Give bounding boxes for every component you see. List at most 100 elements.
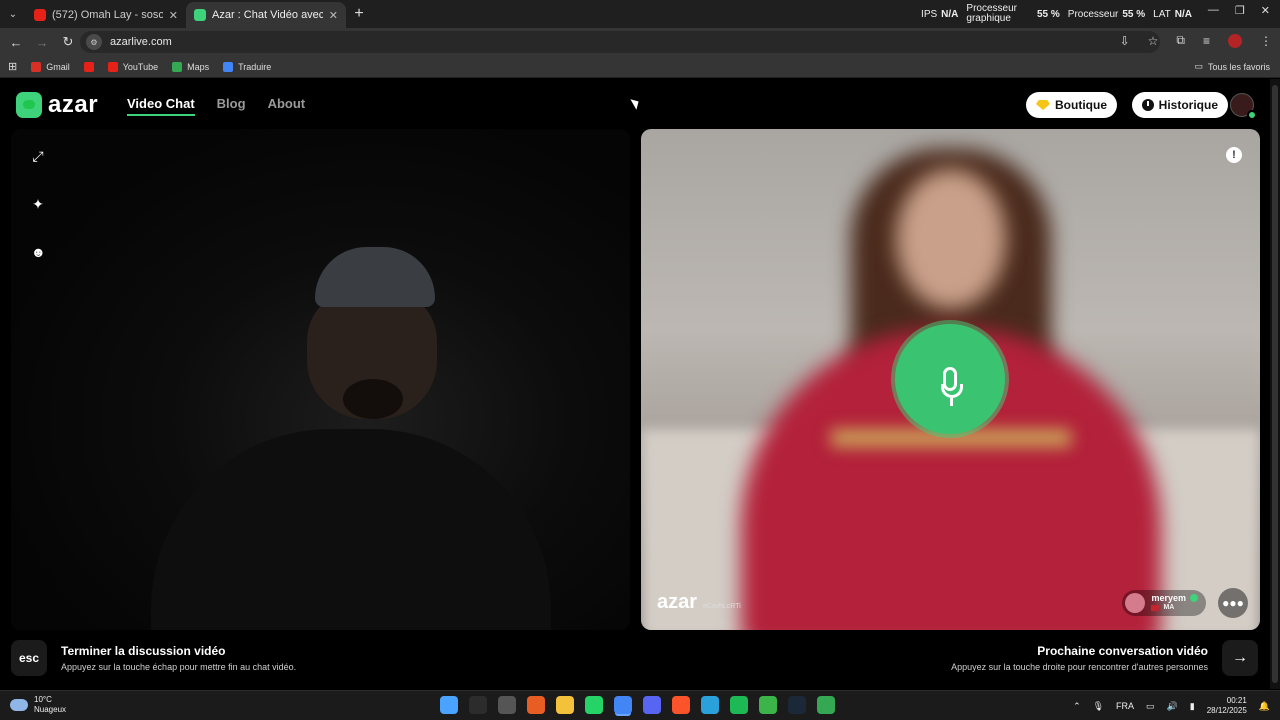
extensions-icon[interactable]: ⧉ [1176, 33, 1185, 48]
profile-avatar[interactable] [1228, 33, 1242, 48]
tab-azar[interactable]: Azar : Chat Vidéo avec de n ✕ [186, 2, 346, 28]
peer-info[interactable]: meryem MA [1122, 590, 1206, 616]
nav-video-chat[interactable]: Video Chat [127, 96, 195, 116]
forward-icon[interactable]: → [34, 34, 50, 50]
video-hoodie-shape [151, 429, 551, 630]
lat-label: LAT [1153, 8, 1171, 20]
cpu-value: 55 % [1122, 8, 1146, 20]
minimize-icon[interactable]: — [1208, 4, 1219, 17]
game-launcher-icon[interactable] [759, 696, 777, 714]
nav-about[interactable]: About [268, 96, 306, 116]
back-icon[interactable]: ← [8, 34, 24, 50]
close-window-icon[interactable]: ✕ [1261, 4, 1270, 17]
gpu-value: 55 % [1036, 8, 1060, 20]
bookmark-youtube[interactable]: YouTube [107, 61, 159, 72]
new-tab-button[interactable]: + [346, 5, 372, 23]
microphone-button[interactable] [895, 324, 1005, 434]
chevron-up-icon[interactable]: ⌃ [1073, 701, 1081, 712]
discord-icon[interactable] [643, 696, 661, 714]
weather-temp: 10°C [34, 695, 52, 704]
microphone-stem [950, 398, 953, 406]
file-explorer-icon[interactable] [556, 696, 574, 714]
video-side-controls: ⤢ ✦ ☻ [31, 149, 46, 259]
azar-logo[interactable]: azar [16, 91, 98, 119]
next-chat-subtitle: Appuyez sur la touche droite pour rencon… [951, 662, 1208, 672]
video-head-shape [896, 169, 1006, 309]
remote-video-panel: ! azar eCxvhLcRTi meryem MA ●●● [641, 129, 1260, 630]
battery-icon[interactable]: ▮ [1190, 701, 1195, 712]
azar-favicon-icon [194, 9, 206, 21]
address-bar[interactable]: ⚙ azarlive.com [80, 31, 1160, 53]
clock-date: 28/12/2025 [1206, 706, 1247, 715]
windows-start-icon[interactable] [440, 696, 458, 714]
search-icon[interactable] [469, 696, 487, 714]
apps-grid-icon[interactable]: ⊞ [8, 60, 17, 73]
task-view-icon[interactable] [498, 696, 516, 714]
microphone-stand [941, 384, 963, 398]
bookmark-youtube-icon-only[interactable] [83, 61, 94, 72]
boutique-button[interactable]: Boutique [1026, 92, 1117, 118]
app-icon[interactable] [527, 696, 545, 714]
bookmark-star-icon[interactable]: ☆ [1148, 34, 1159, 48]
clock-time: 00:21 [1226, 696, 1247, 705]
network-icon[interactable]: ▭ [1146, 701, 1155, 712]
microphone-tray-icon[interactable]: 🎙 [1093, 701, 1104, 712]
bookmark-traduire[interactable]: Traduire [223, 61, 271, 72]
scrollbar-thumb[interactable] [1272, 85, 1278, 683]
report-icon[interactable]: ! [1226, 147, 1242, 163]
tab-youtube[interactable]: (572) Omah Lay - soso (Offi ✕ [26, 2, 186, 28]
reload-icon[interactable]: ↻ [60, 34, 76, 50]
peer-country: MA [1163, 604, 1175, 611]
bookmark-maps[interactable]: Maps [172, 61, 210, 72]
video-beard-shape [343, 379, 403, 419]
install-app-icon[interactable]: ⇩ [1120, 34, 1130, 48]
windows-taskbar: 10°C Nuageux ⌃ 🎙 FRA ▭ 🔊 ▮ 00:21 28/12/2… [0, 690, 1280, 720]
peer-avatar [1125, 593, 1146, 613]
chrome-icon[interactable] [614, 696, 632, 714]
media-control-icon[interactable]: ≡ [1203, 34, 1210, 48]
restore-icon[interactable]: ❐ [1235, 4, 1245, 17]
azar-watermark: azar eCxvhLcRTi [657, 591, 741, 614]
notifications-icon[interactable]: 🔔 [1259, 701, 1270, 712]
bookmarks-bar: ⊞ Gmail YouTube Maps Traduire ▭ Tous les … [0, 56, 1280, 78]
swap-camera-icon[interactable]: ⤢ [31, 149, 45, 163]
bookmark-gmail[interactable]: Gmail [31, 61, 70, 72]
address-toolbar: ← → ↻ ⚙ azarlive.com ⇩ ☆ ⧉ ≡ ⋮ [0, 28, 1280, 56]
bookmark-label: Maps [187, 61, 210, 72]
video-cap-shape [315, 247, 435, 307]
spotify-icon[interactable] [730, 696, 748, 714]
site-info-icon[interactable]: ⚙ [86, 34, 102, 50]
morocco-flag-icon [1151, 605, 1161, 611]
toolbar-actions: ⇩ ☆ ⧉ ≡ ⋮ [1120, 33, 1272, 48]
taskbar-clock[interactable]: 00:21 28/12/2025 [1207, 696, 1247, 716]
nav-blog[interactable]: Blog [217, 96, 246, 116]
youtube-icon [83, 61, 94, 72]
next-arrow-button[interactable]: → [1222, 640, 1258, 676]
watermark-logo: azar [657, 591, 698, 613]
tab-search-icon[interactable]: ⌄ [0, 0, 26, 28]
face-filter-icon[interactable]: ☻ [31, 245, 46, 259]
brave-icon[interactable] [672, 696, 690, 714]
volume-icon[interactable]: 🔊 [1167, 701, 1178, 712]
telegram-icon[interactable] [701, 696, 719, 714]
ips-value: N/A [941, 8, 959, 20]
bookmark-label: YouTube [122, 61, 159, 72]
user-avatar[interactable] [1230, 93, 1257, 120]
chrome-profile-icon[interactable] [817, 696, 835, 714]
effects-sparkle-icon[interactable]: ✦ [31, 197, 45, 211]
esc-key-button[interactable]: esc [11, 640, 47, 676]
weather-widget[interactable]: 10°C Nuageux [10, 695, 66, 715]
historique-button[interactable]: Historique [1131, 92, 1228, 118]
close-icon[interactable]: ✕ [329, 9, 338, 22]
translate-icon [223, 61, 234, 72]
close-icon[interactable]: ✕ [169, 9, 178, 22]
whatsapp-icon[interactable] [585, 696, 603, 714]
azar-logo-icon [16, 92, 42, 118]
menu-icon[interactable]: ⋮ [1260, 34, 1272, 48]
gmail-icon [31, 61, 42, 72]
steam-icon[interactable] [788, 696, 806, 714]
all-bookmarks[interactable]: ▭ Tous les favoris [1194, 61, 1270, 72]
language-indicator[interactable]: FRA [1116, 701, 1134, 711]
page-scrollbar[interactable] [1270, 79, 1280, 689]
chat-bubble-icon[interactable]: ●●● [1218, 588, 1248, 618]
